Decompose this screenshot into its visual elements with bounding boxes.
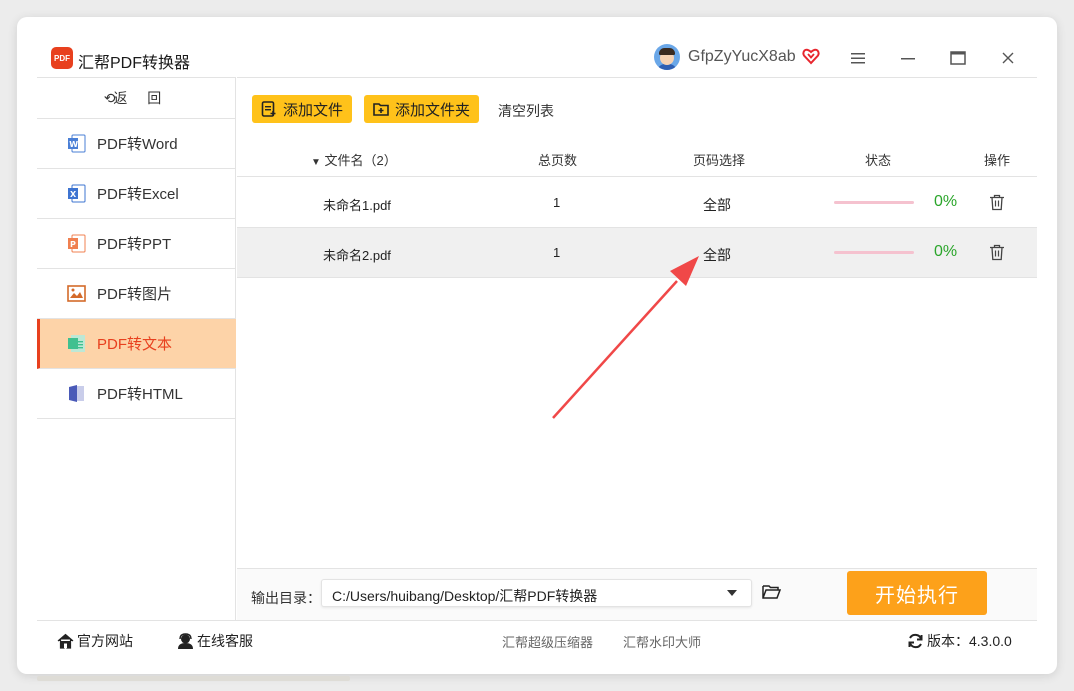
column-header-filename[interactable]: ▼ 文件名（2） <box>311 150 397 169</box>
row-pages: 1 <box>553 245 561 260</box>
online-support-link[interactable]: 在线客服 <box>177 631 253 651</box>
open-folder-icon[interactable] <box>762 584 781 600</box>
back-button[interactable]: ⟲ 返 回 <box>37 78 236 119</box>
text-icon <box>68 335 85 352</box>
maximize-button[interactable] <box>949 49 967 67</box>
html-icon <box>69 385 84 402</box>
watermark-link[interactable]: 汇帮水印大师 <box>623 632 701 651</box>
column-header-action: 操作 <box>984 153 1011 168</box>
sidebar-item-label: PDF转HTML <box>97 386 183 403</box>
svg-text:X: X <box>70 190 77 199</box>
official-website-label: 官方网站 <box>77 633 133 649</box>
window-shadow <box>37 676 350 681</box>
progress-percent: 0% <box>934 243 958 260</box>
trash-icon[interactable] <box>989 244 1005 261</box>
vip-heart-icon[interactable] <box>802 47 820 65</box>
column-header-status: 状态 <box>865 153 892 168</box>
menu-button[interactable] <box>849 49 867 67</box>
row-filename: 未命名2.pdf <box>323 248 391 263</box>
progress-bar <box>834 201 914 204</box>
add-folder-button[interactable]: 添加文件夹 <box>364 95 480 123</box>
refresh-icon <box>908 633 923 649</box>
sidebar-item-pdf-to-image[interactable]: PDF转图片 <box>37 269 236 319</box>
page-select-dropdown[interactable]: 全部 <box>703 245 731 265</box>
main-panel: 添加文件 添加文件夹 清空列表 ▼ 文件名（2） 总页数 页码选择 状态 操作 … <box>237 77 1037 621</box>
output-bar: 输出目录： C:/Users/huibang/Desktop/汇帮PDF转换器 … <box>237 568 1037 621</box>
version-label: 版本： <box>927 633 969 649</box>
add-file-label: 添加文件 <box>283 101 344 119</box>
ppt-icon: P <box>68 234 86 253</box>
output-path-select[interactable]: C:/Users/huibang/Desktop/汇帮PDF转换器 <box>321 579 752 607</box>
sidebar-item-label: PDF转文本 <box>97 336 173 353</box>
app-window: PDF 汇帮PDF转换器 GfpZyYucX8ab ⟲ 返 回 W PDF转Wo… <box>17 17 1057 674</box>
sidebar: ⟲ 返 回 W PDF转Word X PDF转Excel P PDF转PPT P… <box>37 77 236 620</box>
word-icon: W <box>68 134 86 153</box>
compressor-link[interactable]: 汇帮超级压缩器 <box>502 632 593 651</box>
menu-icon <box>851 53 865 64</box>
sidebar-item-pdf-to-text[interactable]: PDF转文本 <box>37 319 236 369</box>
clear-list-button[interactable]: 清空列表 <box>498 101 554 121</box>
version-number: 4.3.0.0 <box>969 633 1012 649</box>
official-website-link[interactable]: 官方网站 <box>57 631 133 651</box>
svg-text:P: P <box>70 240 76 249</box>
sidebar-item-label: PDF转图片 <box>97 286 173 303</box>
back-label: 返 回 <box>113 90 170 106</box>
minimize-button[interactable] <box>899 49 917 67</box>
progress-percent: 0% <box>934 193 958 210</box>
row-pages: 1 <box>553 195 561 210</box>
add-folder-label: 添加文件夹 <box>395 101 471 119</box>
table-row[interactable]: 未命名2.pdf 1 全部 0% <box>237 228 1037 278</box>
app-logo-icon: PDF <box>51 47 73 69</box>
output-path-value: C:/Users/huibang/Desktop/汇帮PDF转换器 <box>332 588 598 604</box>
column-header-pages: 总页数 <box>538 153 578 168</box>
avatar[interactable] <box>654 44 680 70</box>
add-file-icon <box>261 101 276 117</box>
svg-text:W: W <box>69 140 78 149</box>
add-folder-icon <box>373 103 389 116</box>
sort-down-icon: ▼ <box>311 157 321 168</box>
column-header-page-select: 页码选择 <box>693 153 746 168</box>
version-info[interactable]: 版本： 4.3.0.0 <box>907 631 1012 651</box>
excel-icon: X <box>68 184 86 203</box>
minimize-icon <box>901 58 915 60</box>
add-file-button[interactable]: 添加文件 <box>252 95 353 123</box>
online-support-label: 在线客服 <box>197 633 253 649</box>
start-button[interactable]: 开始执行 <box>847 571 987 615</box>
close-icon <box>1002 52 1014 64</box>
footer: 官方网站 在线客服 汇帮超级压缩器 汇帮水印大师 版本： 4.3.0.0 <box>37 620 1037 656</box>
output-label: 输出目录： <box>251 590 321 606</box>
home-icon <box>57 633 74 649</box>
sidebar-item-label: PDF转Word <box>97 136 178 153</box>
trash-icon[interactable] <box>989 194 1005 211</box>
username[interactable]: GfpZyYucX8ab <box>688 48 796 66</box>
sidebar-item-pdf-to-word[interactable]: W PDF转Word <box>37 119 236 169</box>
app-title: 汇帮PDF转换器 <box>78 55 191 72</box>
row-filename: 未命名1.pdf <box>323 198 391 213</box>
sidebar-item-label: PDF转PPT <box>97 236 172 253</box>
sidebar-item-pdf-to-ppt[interactable]: P PDF转PPT <box>37 219 236 269</box>
progress-bar <box>834 251 914 254</box>
table-header: ▼ 文件名（2） 总页数 页码选择 状态 操作 <box>237 138 1037 177</box>
sidebar-item-pdf-to-html[interactable]: PDF转HTML <box>37 369 236 419</box>
chevron-down-icon <box>727 590 737 596</box>
sidebar-item-pdf-to-excel[interactable]: X PDF转Excel <box>37 169 236 219</box>
sidebar-item-label: PDF转Excel <box>97 186 179 203</box>
image-icon <box>67 285 86 302</box>
title-bar: PDF 汇帮PDF转换器 GfpZyYucX8ab <box>17 17 1057 77</box>
maximize-icon <box>950 51 966 65</box>
close-button[interactable] <box>999 49 1017 67</box>
table-row[interactable]: 未命名1.pdf 1 全部 0% <box>237 178 1037 228</box>
page-select-dropdown[interactable]: 全部 <box>703 195 731 215</box>
support-icon <box>178 633 193 649</box>
